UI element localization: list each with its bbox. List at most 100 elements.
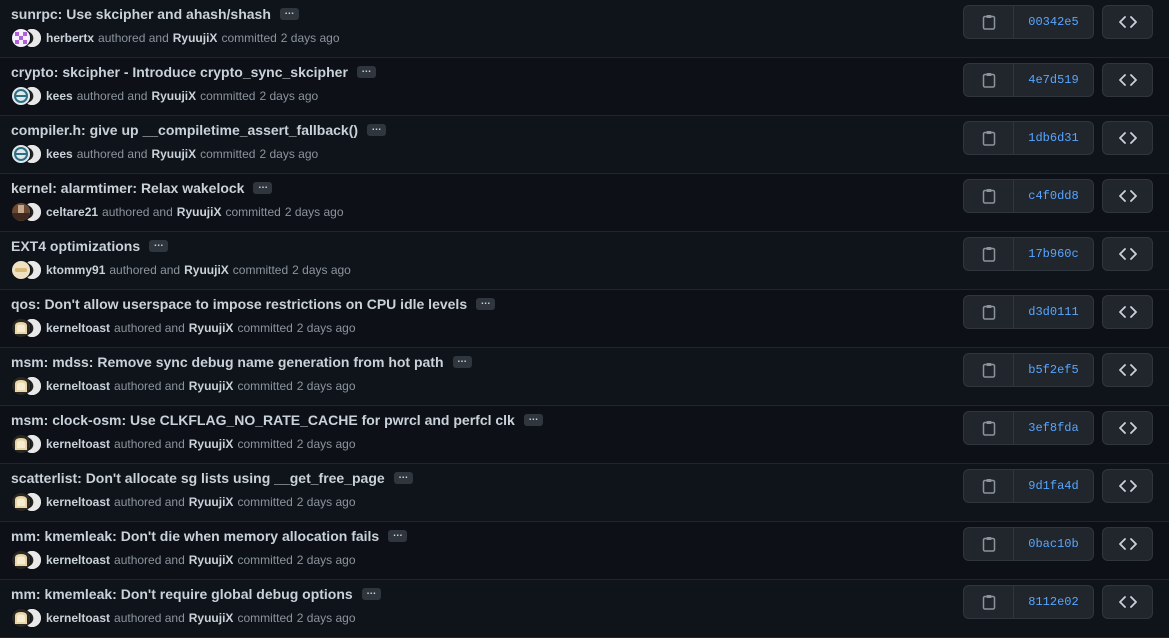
author-avatar[interactable] [11,492,31,512]
copy-sha-button[interactable] [964,122,1014,154]
avatar-stack[interactable] [11,550,44,570]
commit-title-link[interactable]: mm: kmemleak: Don't die when memory allo… [11,528,379,544]
expand-message-button[interactable]: … [253,181,273,194]
author-avatar[interactable] [11,260,31,280]
commit-title-link[interactable]: scatterlist: Don't allocate sg lists usi… [11,470,385,486]
committer-link[interactable]: RyuujiX [189,379,234,393]
commit-sha-link[interactable]: 3ef8fda [1014,412,1093,444]
author-link[interactable]: kerneltoast [46,437,110,451]
committer-link[interactable]: RyuujiX [173,31,218,45]
committer-link[interactable]: RyuujiX [151,89,196,103]
author-link[interactable]: kees [46,147,73,161]
author-link[interactable]: herbertx [46,31,94,45]
copy-sha-button[interactable] [964,180,1014,212]
author-link[interactable]: kees [46,89,73,103]
commit-title-link[interactable]: EXT4 optimizations [11,238,140,254]
author-link[interactable]: ktommy91 [46,263,105,277]
browse-repo-button[interactable] [1102,237,1153,271]
avatar-stack[interactable] [11,28,44,48]
author-link[interactable]: celtare21 [46,205,98,219]
author-link[interactable]: kerneltoast [46,553,110,567]
browse-repo-button[interactable] [1102,179,1153,213]
author-link[interactable]: kerneltoast [46,611,110,625]
commit-title-link[interactable]: msm: mdss: Remove sync debug name genera… [11,354,444,370]
copy-sha-button[interactable] [964,528,1014,560]
author-link[interactable]: kerneltoast [46,321,110,335]
author-avatar[interactable] [11,28,31,48]
author-avatar[interactable] [11,550,31,570]
commit-title-link[interactable]: crypto: skcipher - Introduce crypto_sync… [11,64,348,80]
copy-sha-button[interactable] [964,238,1014,270]
author-avatar[interactable] [11,144,31,164]
commit-title-link[interactable]: msm: clock-osm: Use CLKFLAG_NO_RATE_CACH… [11,412,515,428]
copy-sha-button[interactable] [964,470,1014,502]
committer-link[interactable]: RyuujiX [189,495,234,509]
author-avatar[interactable] [11,434,31,454]
commit-title-link[interactable]: sunrpc: Use skcipher and ahash/shash [11,6,271,22]
expand-message-button[interactable]: … [356,65,376,78]
browse-repo-button[interactable] [1102,527,1153,561]
author-avatar[interactable] [11,86,31,106]
commit-sha-link[interactable]: 0bac10b [1014,528,1093,560]
browse-repo-button[interactable] [1102,585,1153,619]
committer-link[interactable]: RyuujiX [189,611,234,625]
copy-sha-button[interactable] [964,296,1014,328]
author-link[interactable]: kerneltoast [46,379,110,393]
committer-link[interactable]: RyuujiX [177,205,222,219]
copy-sha-button[interactable] [964,354,1014,386]
committer-link[interactable]: RyuujiX [184,263,229,277]
expand-message-button[interactable]: … [476,297,496,310]
avatar-stack[interactable] [11,260,44,280]
avatar-stack[interactable] [11,86,44,106]
committer-link[interactable]: RyuujiX [189,553,234,567]
avatar-stack[interactable] [11,434,44,454]
clipboard-icon [982,304,996,320]
commit-title-link[interactable]: kernel: alarmtimer: Relax wakelock [11,180,244,196]
author-avatar[interactable] [11,318,31,338]
browse-repo-button[interactable] [1102,353,1153,387]
expand-message-button[interactable]: … [361,587,381,600]
avatar-stack[interactable] [11,144,44,164]
browse-repo-button[interactable] [1102,295,1153,329]
commit-sha-link[interactable]: 4e7d519 [1014,64,1093,96]
commit-title-link[interactable]: qos: Don't allow userspace to impose res… [11,296,467,312]
commit-sha-link[interactable]: b5f2ef5 [1014,354,1093,386]
commit-sha-link[interactable]: 17b960c [1014,238,1093,270]
expand-message-button[interactable]: … [523,413,543,426]
expand-message-button[interactable]: … [388,529,408,542]
commit-sha-link[interactable]: 1db6d31 [1014,122,1093,154]
avatar-stack[interactable] [11,608,44,628]
avatar-stack[interactable] [11,376,44,396]
copy-sha-button[interactable] [964,412,1014,444]
committer-link[interactable]: RyuujiX [189,437,234,451]
browse-repo-button[interactable] [1102,63,1153,97]
expand-message-button[interactable]: … [367,123,387,136]
commit-sha-link[interactable]: 9d1fa4d [1014,470,1093,502]
copy-sha-button[interactable] [964,64,1014,96]
author-avatar[interactable] [11,376,31,396]
commit-title-link[interactable]: compiler.h: give up __compiletime_assert… [11,122,358,138]
expand-message-button[interactable]: … [149,239,169,252]
author-avatar[interactable] [11,608,31,628]
commit-sha-link[interactable]: 00342e5 [1014,6,1093,38]
commit-sha-link[interactable]: c4f0dd8 [1014,180,1093,212]
committer-link[interactable]: RyuujiX [189,321,234,335]
copy-sha-button[interactable] [964,6,1014,38]
author-link[interactable]: kerneltoast [46,495,110,509]
commit-title-link[interactable]: mm: kmemleak: Don't require global debug… [11,586,353,602]
expand-message-button[interactable]: … [279,7,299,20]
browse-repo-button[interactable] [1102,5,1153,39]
commit-sha-link[interactable]: d3d0111 [1014,296,1093,328]
expand-message-button[interactable]: … [452,355,472,368]
browse-repo-button[interactable] [1102,411,1153,445]
committer-link[interactable]: RyuujiX [151,147,196,161]
expand-message-button[interactable]: … [393,471,413,484]
avatar-stack[interactable] [11,492,44,512]
copy-sha-button[interactable] [964,586,1014,618]
avatar-stack[interactable] [11,202,44,222]
author-avatar[interactable] [11,202,31,222]
browse-repo-button[interactable] [1102,469,1153,503]
commit-sha-link[interactable]: 8112e02 [1014,586,1093,618]
browse-repo-button[interactable] [1102,121,1153,155]
avatar-stack[interactable] [11,318,44,338]
